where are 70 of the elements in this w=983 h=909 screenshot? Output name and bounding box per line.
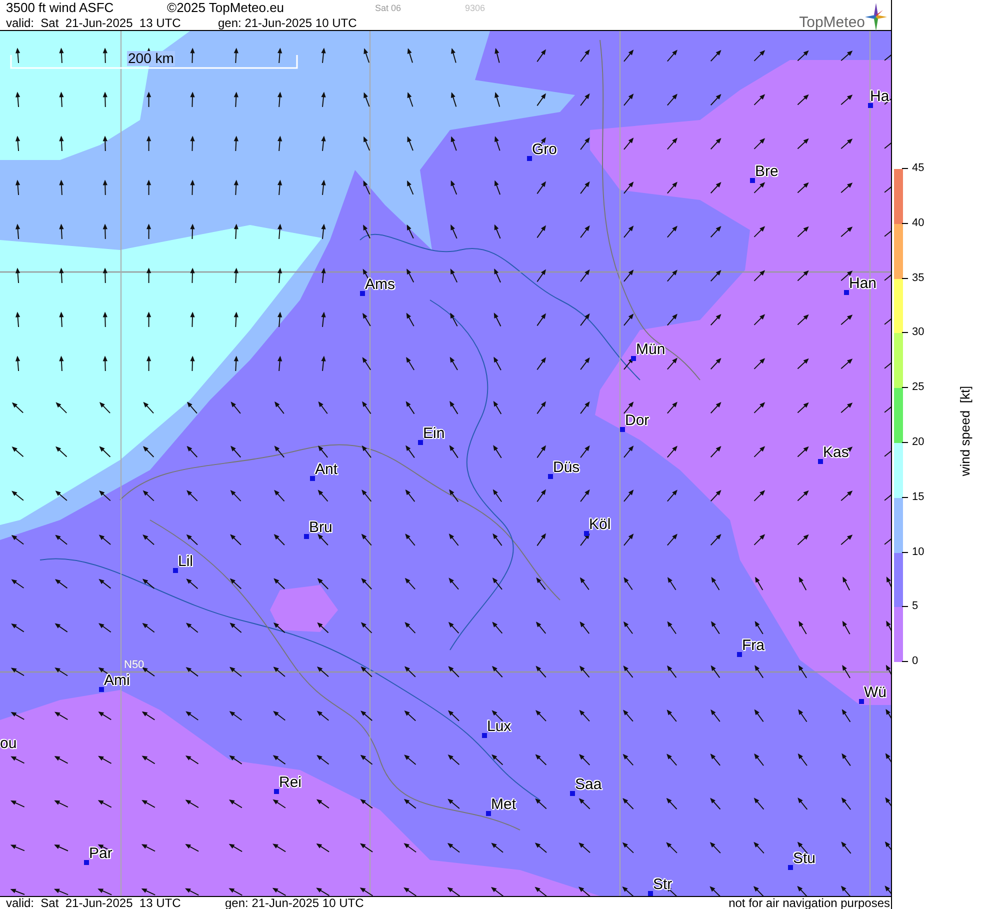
city-label: Fra <box>742 638 764 653</box>
city-marker-icon <box>620 427 625 432</box>
city-marker-icon <box>527 156 532 161</box>
legend-tick-label: 40 <box>912 216 924 230</box>
city-marker-icon <box>274 789 279 794</box>
city-label: Ant <box>315 462 338 477</box>
city-marker-icon <box>482 733 487 738</box>
city-marker-icon <box>418 440 423 445</box>
generated-time: gen: 21-Jun-2025 10 UTC <box>218 16 357 30</box>
city-label: Ha <box>870 89 890 104</box>
city-marker-icon <box>570 791 575 796</box>
city-label: Lil <box>178 554 194 569</box>
latitude-label: N50 <box>124 659 144 671</box>
city-label: Ein <box>423 426 445 441</box>
scale-bar-icon <box>10 53 298 69</box>
city-label: Par <box>89 846 112 861</box>
code-label: 9306 <box>465 2 486 12</box>
city-label: Ams <box>365 277 395 292</box>
city-marker-icon <box>631 356 636 361</box>
city-label: Rei <box>279 775 302 790</box>
city-marker-icon <box>486 811 491 816</box>
legend-tick-label: 30 <box>912 326 924 340</box>
city-label: Düs <box>553 460 580 475</box>
legend-tick-label: 20 <box>912 436 924 449</box>
valid-time: valid: Sat 21-Jun-2025 13 UTC <box>5 897 182 909</box>
city-marker-icon <box>859 699 864 704</box>
city-marker-icon <box>737 652 742 657</box>
city-label: Bre <box>755 164 778 179</box>
city-label: Saa <box>575 777 602 792</box>
city-label: ou <box>0 736 17 751</box>
city-marker-icon <box>844 290 849 295</box>
city-marker-icon <box>750 178 755 183</box>
legend-tick-label: 5 <box>912 600 918 614</box>
city-label: Str <box>653 877 672 892</box>
city-label: Gro <box>532 142 558 157</box>
city-label: Han <box>849 276 877 291</box>
city-marker-icon <box>818 459 823 464</box>
city-marker-icon <box>304 534 309 539</box>
city-marker-icon <box>788 865 793 870</box>
city-label: Bru <box>309 520 332 535</box>
copyright-text: ©2025 TopMeteo.eu <box>167 0 286 15</box>
compass-star-icon <box>865 3 887 31</box>
city-marker-icon <box>648 891 653 896</box>
city-marker-icon <box>99 687 104 692</box>
legend-title: wind speed [kt] <box>958 386 972 476</box>
legend-tick-label: 10 <box>912 546 924 559</box>
city-label: Ami <box>104 673 130 688</box>
city-marker-icon <box>84 860 89 865</box>
city-marker-icon <box>360 291 365 296</box>
city-marker-icon <box>310 476 315 481</box>
city-label: Lux <box>487 719 512 734</box>
city-label: Wü <box>864 685 886 700</box>
run-label: Sat 06 <box>375 2 402 12</box>
city-label: Dor <box>625 413 650 428</box>
city-marker-icon <box>584 531 589 536</box>
valid-time: valid: Sat 21-Jun-2025 13 UTC <box>5 16 182 30</box>
city-marker-icon <box>173 568 178 573</box>
city-marker-icon <box>868 103 873 108</box>
legend-tick-label: 15 <box>912 490 924 504</box>
city-label: Stu <box>793 851 816 866</box>
map-title: 3500 ft wind ASFC <box>5 0 115 15</box>
scale-label: 200 km <box>127 51 175 66</box>
legend-tick-label: 25 <box>912 381 924 394</box>
logo-text: TopMeteo <box>799 14 865 31</box>
legend-tick-label: 35 <box>912 272 924 285</box>
city-label: Mün <box>636 342 666 357</box>
legend-tick-label: 45 <box>912 162 924 175</box>
city-label: Köl <box>589 517 611 532</box>
legend-tick-label: 0 <box>912 655 918 668</box>
city-marker-icon <box>548 474 553 479</box>
